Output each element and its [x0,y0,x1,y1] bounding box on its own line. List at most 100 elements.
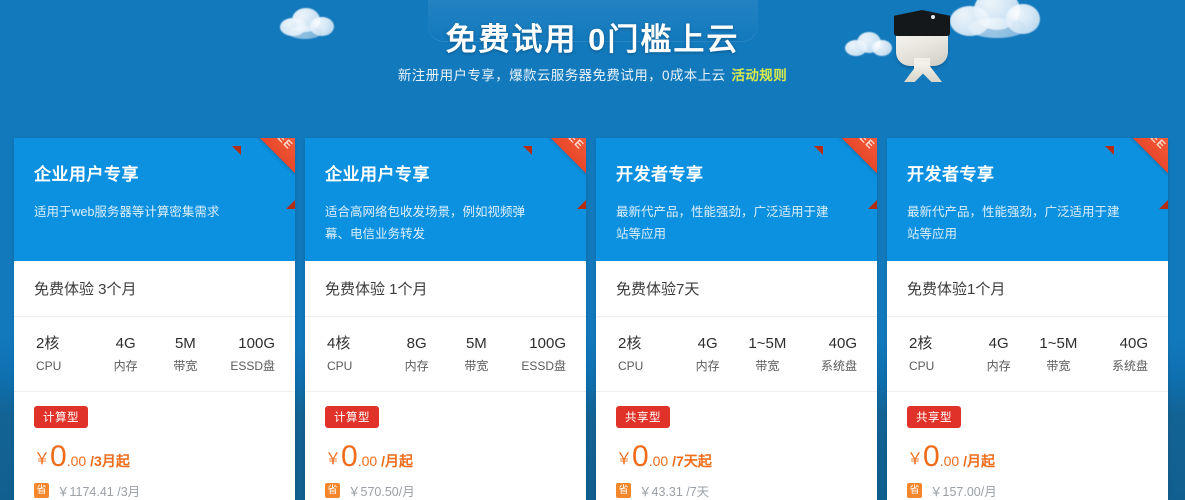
original-price-row: 省 ￥570.50/月 [325,481,566,500]
spec-value: 40G [1119,335,1148,352]
spec-item-cpu: 2核 CPU [30,333,96,377]
spec-label: 内存 [986,359,1011,373]
instance-type-badge: 计算型 [34,406,88,428]
spec-label: ESSD盘 [521,359,566,373]
spec-value: 4G [115,335,136,352]
price-integer: 0 [923,440,940,473]
spec-value: 8G [406,335,427,352]
plan-card-header: FREE 开发者专享 最新代产品，性能强劲，广泛适用于建站等应用 [887,138,1168,261]
spec-value: 4G [988,335,1009,352]
original-price-row: 省 ￥1174.41 /3月 [34,481,275,500]
price-unit: /7天起 [672,453,712,469]
price-area: 计算型 ￥0.00/3月起 省 ￥1174.41 /3月 [14,392,295,500]
plan-description: 适合高网络包收发场景，例如视频弹幕、电信业务转发 [325,205,526,241]
ribbon-tail-right [286,200,295,209]
price-decimal: .00 [939,453,960,469]
trial-period: 免费体验7天 [596,261,877,317]
spec-value: 4核 [327,335,351,352]
plan-card[interactable]: FREE 企业用户专享 适用于web服务器等计算密集需求 免费体验 3个月 2核… [14,138,295,500]
plan-description: 适用于web服务器等计算密集需求 [34,205,220,219]
spec-label: 系统盘 [1111,359,1148,373]
spec-value: 100G [529,335,566,352]
spec-item-bandwidth: 5M 带宽 [447,333,507,377]
hero-subtitle: 新注册用户专享，爆款云服务器免费试用，0成本上云 活动规则 [0,64,1185,84]
price-area: 共享型 ￥0.00/7天起 省 ￥43.31 /7天 [596,392,877,500]
spec-item-disk: 40G 系统盘 [1088,333,1152,377]
current-price: ￥0.00/月起 [325,440,566,474]
plan-title: 开发者专享 [616,165,704,184]
ribbon-tail-left [232,146,241,155]
ribbon-tail-left [1105,146,1114,155]
spec-item-disk: 100G ESSD盘 [506,333,570,377]
instance-type-badge: 共享型 [616,406,670,428]
spec-label: 内存 [695,359,720,373]
spec-item-memory: 4G 内存 [678,333,738,377]
trial-period: 免费体验 3个月 [14,261,295,317]
price-unit: /月起 [381,453,414,469]
spec-list: 4核 CPU 8G 内存 5M 带宽 100G ESSD盘 [305,317,586,392]
plan-description: 最新代产品，性能强劲，广泛适用于建站等应用 [907,205,1120,241]
current-price: ￥0.00/月起 [907,440,1148,474]
currency-symbol: ￥ [34,451,51,468]
original-price: ￥43.31 /7天 [639,485,710,499]
price-unit: /月起 [963,453,996,469]
original-price: ￥157.00/月 [930,485,997,499]
hero-subtitle-text: 新注册用户专享，爆款云服务器免费试用，0成本上云 [397,68,726,83]
price-integer: 0 [50,440,67,473]
plan-card-header: FREE 企业用户专享 适用于web服务器等计算密集需求 [14,138,295,261]
spec-label: 带宽 [755,359,780,373]
original-price: ￥1174.41 /3月 [57,485,141,499]
original-price-row: 省 ￥157.00/月 [907,481,1148,500]
plan-card-header: FREE 开发者专享 最新代产品，性能强劲，广泛适用于建站等应用 [596,138,877,261]
spec-item-disk: 40G 系统盘 [797,333,861,377]
save-badge-icon: 省 [907,483,922,498]
ribbon-tail-left [814,146,823,155]
plan-card[interactable]: FREE 开发者专享 最新代产品，性能强劲，广泛适用于建站等应用 免费体验1个月… [887,138,1168,500]
trial-period: 免费体验 1个月 [305,261,586,317]
spec-value: 2核 [36,335,60,352]
spec-label: CPU [618,359,644,373]
spec-value: 2核 [618,335,642,352]
spec-list: 2核 CPU 4G 内存 1~5M 带宽 40G 系统盘 [596,317,877,392]
spec-label: CPU [327,359,353,373]
spec-item-bandwidth: 5M 带宽 [156,333,216,377]
price-decimal: .00 [66,453,87,469]
page-title: 免费试用 0门槛上云 [445,22,740,57]
plan-card-list: FREE 企业用户专享 适用于web服务器等计算密集需求 免费体验 3个月 2核… [0,138,1185,500]
plan-card[interactable]: FREE 开发者专享 最新代产品，性能强劲，广泛适用于建站等应用 免费体验7天 … [596,138,877,500]
original-price-row: 省 ￥43.31 /7天 [616,481,857,500]
plan-title: 企业用户专享 [325,165,430,184]
current-price: ￥0.00/7天起 [616,440,857,474]
currency-symbol: ￥ [616,451,633,468]
spec-item-memory: 4G 内存 [96,333,156,377]
spec-label: CPU [909,359,935,373]
plan-title: 企业用户专享 [34,165,139,184]
price-integer: 0 [341,440,358,473]
spec-value: 2核 [909,335,933,352]
spec-value: 100G [238,335,275,352]
spec-label: 带宽 [173,359,198,373]
spec-item-cpu: 2核 CPU [903,333,969,377]
price-decimal: .00 [357,453,378,469]
ribbon-tail-right [868,200,877,209]
spec-value: 5M [465,335,487,352]
spec-label: 系统盘 [820,359,857,373]
spec-label: 内存 [404,359,429,373]
plan-card[interactable]: FREE 企业用户专享 适合高网络包收发场景，例如视频弹幕、电信业务转发 免费体… [305,138,586,500]
plan-title: 开发者专享 [907,165,995,184]
save-badge-icon: 省 [325,483,340,498]
spec-label: 带宽 [464,359,489,373]
activity-rules-link[interactable]: 活动规则 [732,68,788,83]
save-badge-icon: 省 [34,483,49,498]
spec-label: CPU [36,359,62,373]
price-decimal: .00 [648,453,669,469]
spec-item-disk: 100G ESSD盘 [215,333,279,377]
spec-value: 5M [174,335,196,352]
spec-value: 1~5M [1039,335,1078,352]
instance-type-badge: 共享型 [907,406,961,428]
instance-type-badge: 计算型 [325,406,379,428]
ribbon-tail-right [577,200,586,209]
spec-list: 2核 CPU 4G 内存 1~5M 带宽 40G 系统盘 [887,317,1168,392]
original-price: ￥570.50/月 [348,485,415,499]
spec-label: 内存 [113,359,138,373]
